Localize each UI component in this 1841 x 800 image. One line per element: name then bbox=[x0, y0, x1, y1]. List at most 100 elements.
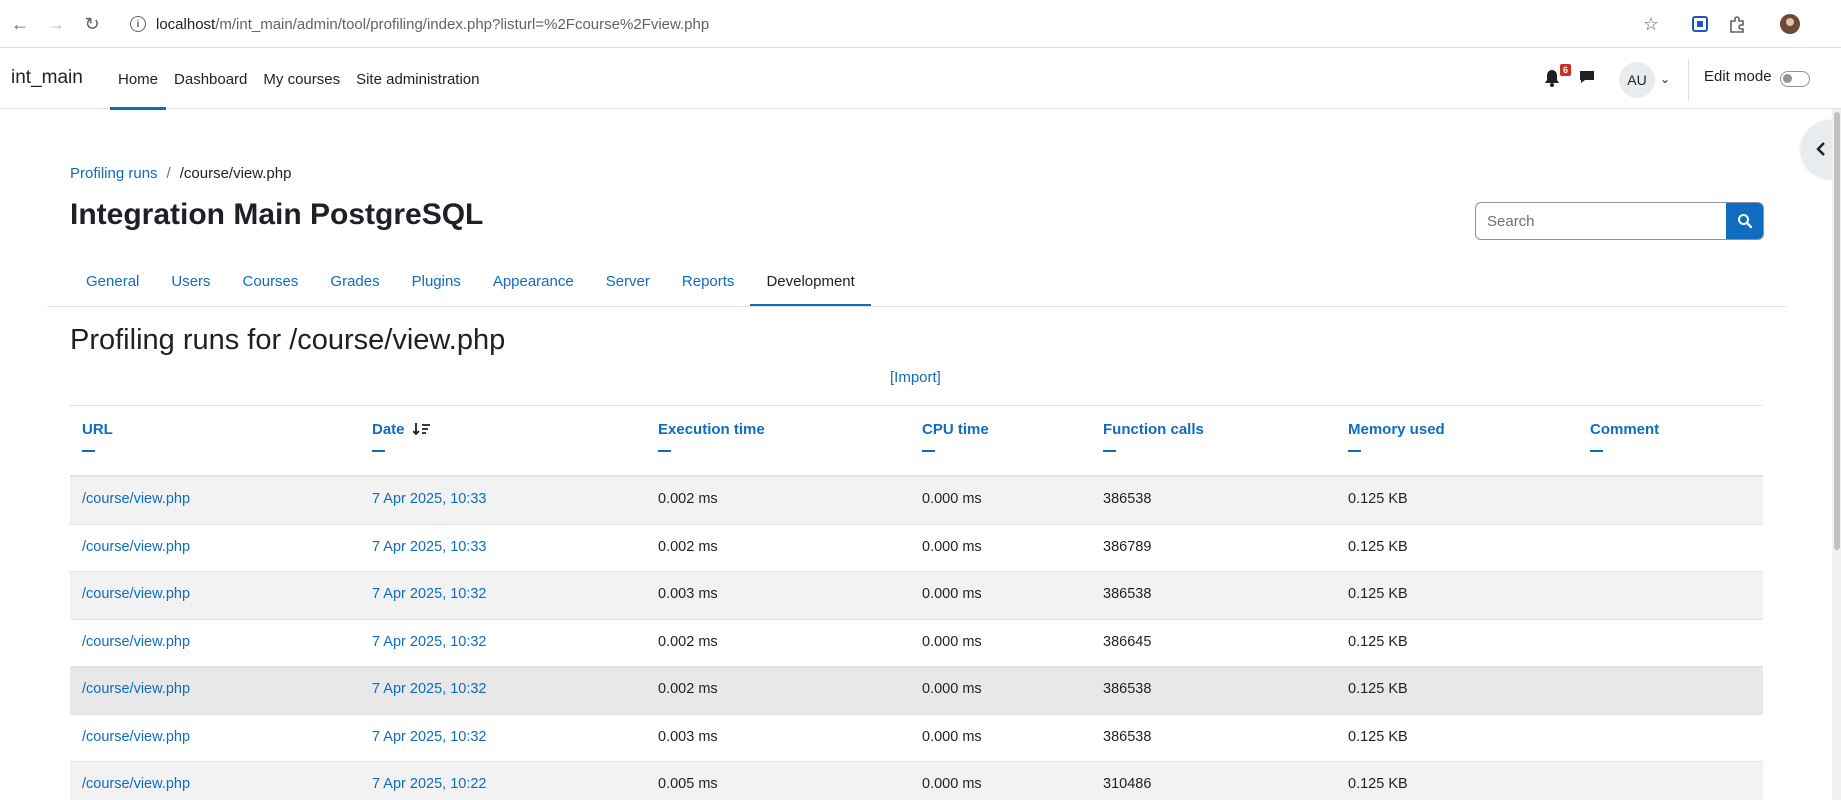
column-header-url[interactable]: URL bbox=[82, 421, 113, 452]
cell-execution-time: 0.002 ms bbox=[658, 491, 718, 507]
cell-cpu-time: 0.000 ms bbox=[922, 776, 982, 792]
column-header-label: URL bbox=[82, 421, 113, 438]
cell-url[interactable]: /course/view.php bbox=[82, 634, 190, 650]
cell-url[interactable]: /course/view.php bbox=[82, 681, 190, 697]
profiling-runs-heading: Profiling runs for /course/view.php bbox=[70, 324, 506, 356]
cell-date[interactable]: 7 Apr 2025, 10:33 bbox=[372, 539, 487, 555]
cell-execution-time: 0.003 ms bbox=[658, 728, 718, 745]
breadcrumb-profiling-runs[interactable]: Profiling runs bbox=[70, 165, 158, 182]
bookmark-star-icon[interactable]: ☆ bbox=[1640, 13, 1662, 35]
navbar-divider bbox=[1688, 59, 1689, 101]
reload-icon[interactable]: ↻ bbox=[80, 12, 104, 36]
cell-memory-used: 0.125 KB bbox=[1348, 633, 1408, 650]
import-link[interactable]: [Import] bbox=[890, 369, 941, 386]
cell-memory-used: 0.125 KB bbox=[1348, 728, 1408, 745]
url-host: localhost bbox=[156, 15, 216, 33]
cell-url[interactable]: /course/view.php bbox=[82, 491, 190, 507]
secondary-nav-divider bbox=[47, 306, 1787, 307]
cell-date[interactable]: 7 Apr 2025, 10:32 bbox=[372, 634, 487, 650]
edit-mode-toggle[interactable] bbox=[1780, 71, 1810, 87]
search-button[interactable] bbox=[1726, 203, 1763, 239]
column-collapse-icon[interactable] bbox=[1348, 450, 1361, 452]
column-collapse-icon[interactable] bbox=[922, 450, 935, 452]
tab-grades[interactable]: Grades bbox=[314, 255, 395, 307]
browser-toolbar: ← → ↻ i localhost/m/int_main/admin/tool/… bbox=[0, 0, 1841, 48]
messages-icon[interactable] bbox=[1578, 68, 1600, 90]
cell-url[interactable]: /course/view.php bbox=[82, 586, 190, 602]
column-header-comment[interactable]: Comment bbox=[1590, 421, 1659, 452]
cell-execution-time: 0.003 ms bbox=[658, 586, 718, 602]
table-row: /course/view.php 7 Apr 2025, 10:22 0.005 m… bbox=[70, 762, 1763, 800]
tab-development[interactable]: Development bbox=[750, 255, 872, 307]
back-icon[interactable]: ← bbox=[8, 12, 32, 36]
cell-cpu-time: 0.000 ms bbox=[922, 491, 982, 507]
cell-memory-used: 0.125 KB bbox=[1348, 681, 1408, 697]
breadcrumb-current: /course/view.php bbox=[179, 165, 292, 182]
column-collapse-icon[interactable] bbox=[372, 450, 385, 452]
table-header: URL Date Execution time CPU time Functio… bbox=[70, 405, 1763, 477]
puzzle-icon[interactable] bbox=[1726, 13, 1748, 35]
nav-site-administration[interactable]: Site administration bbox=[348, 49, 487, 109]
cell-date[interactable]: 7 Apr 2025, 10:32 bbox=[372, 586, 487, 602]
tab-plugins[interactable]: Plugins bbox=[396, 255, 477, 307]
url-text[interactable]: localhost/m/int_main/admin/tool/profilin… bbox=[156, 16, 709, 33]
nav-my-courses[interactable]: My courses bbox=[255, 49, 348, 109]
cell-memory-used: 0.125 KB bbox=[1348, 538, 1408, 555]
table-row: /course/view.php 7 Apr 2025, 10:33 0.002 m… bbox=[70, 477, 1763, 525]
column-header-function-calls[interactable]: Function calls bbox=[1103, 421, 1204, 452]
tab-server[interactable]: Server bbox=[590, 255, 666, 307]
primary-navigation: Home Dashboard My courses Site administr… bbox=[110, 49, 488, 110]
cell-url[interactable]: /course/view.php bbox=[82, 729, 190, 745]
cell-date[interactable]: 7 Apr 2025, 10:32 bbox=[372, 681, 487, 697]
column-header-date[interactable]: Date bbox=[372, 421, 431, 452]
cell-url[interactable]: /course/view.php bbox=[82, 776, 190, 792]
cell-execution-time: 0.002 ms bbox=[658, 681, 718, 697]
admin-search: Search bbox=[1475, 202, 1764, 240]
cell-date[interactable]: 7 Apr 2025, 10:32 bbox=[372, 729, 487, 745]
column-header-cpu-time[interactable]: CPU time bbox=[922, 421, 989, 452]
tab-reports[interactable]: Reports bbox=[666, 255, 751, 307]
search-input[interactable]: Search bbox=[1476, 203, 1726, 239]
cell-cpu-time: 0.000 ms bbox=[922, 681, 982, 697]
column-collapse-icon[interactable] bbox=[82, 450, 95, 452]
cell-memory-used: 0.125 KB bbox=[1348, 776, 1408, 792]
cell-date[interactable]: 7 Apr 2025, 10:22 bbox=[372, 776, 487, 792]
column-header-label: Function calls bbox=[1103, 421, 1204, 438]
chevron-down-icon[interactable]: ⌄ bbox=[1660, 72, 1670, 86]
table-row: /course/view.php 7 Apr 2025, 10:33 0.002 m… bbox=[70, 525, 1763, 572]
notifications-bell-icon[interactable]: 6 bbox=[1543, 64, 1571, 90]
cell-cpu-time: 0.000 ms bbox=[922, 538, 982, 555]
secondary-navigation: General Users Courses Grades Plugins App… bbox=[70, 255, 872, 307]
scrollbar-thumb[interactable] bbox=[1834, 112, 1840, 550]
cell-memory-used: 0.125 KB bbox=[1348, 491, 1408, 507]
profile-avatar-icon[interactable] bbox=[1779, 13, 1801, 35]
nav-home[interactable]: Home bbox=[110, 49, 167, 110]
column-collapse-icon[interactable] bbox=[1103, 450, 1116, 452]
tab-appearance[interactable]: Appearance bbox=[477, 255, 590, 307]
tab-general[interactable]: General bbox=[70, 255, 155, 307]
table-body: /course/view.php 7 Apr 2025, 10:33 0.002 m… bbox=[70, 477, 1763, 800]
column-header-memory-used[interactable]: Memory used bbox=[1348, 421, 1445, 452]
cell-date[interactable]: 7 Apr 2025, 10:33 bbox=[372, 491, 487, 507]
tab-users[interactable]: Users bbox=[155, 255, 226, 307]
toggle-knob bbox=[1783, 74, 1792, 83]
nav-dashboard[interactable]: Dashboard bbox=[166, 49, 255, 109]
address-bar[interactable]: i localhost/m/int_main/admin/tool/profil… bbox=[120, 7, 1670, 41]
search-icon bbox=[1737, 214, 1752, 229]
column-header-label: Date bbox=[372, 421, 405, 438]
column-collapse-icon[interactable] bbox=[658, 450, 671, 452]
user-avatar[interactable]: AU bbox=[1619, 62, 1655, 98]
tab-courses[interactable]: Courses bbox=[227, 255, 315, 307]
forward-icon[interactable]: → bbox=[44, 12, 68, 36]
column-collapse-icon[interactable] bbox=[1590, 450, 1603, 452]
cell-function-calls: 310486 bbox=[1103, 776, 1152, 792]
site-name[interactable]: int_main bbox=[11, 67, 83, 89]
extension-icon[interactable] bbox=[1689, 13, 1711, 35]
cell-function-calls: 386538 bbox=[1103, 728, 1152, 745]
table-row: /course/view.php 7 Apr 2025, 10:32 0.003 m… bbox=[70, 715, 1763, 762]
cell-url[interactable]: /course/view.php bbox=[82, 539, 190, 555]
column-header-label: CPU time bbox=[922, 421, 989, 438]
column-header-execution-time[interactable]: Execution time bbox=[658, 421, 765, 452]
site-info-icon[interactable]: i bbox=[130, 16, 146, 32]
url-path: /m/int_main/admin/tool/profiling/index.p… bbox=[215, 15, 710, 33]
